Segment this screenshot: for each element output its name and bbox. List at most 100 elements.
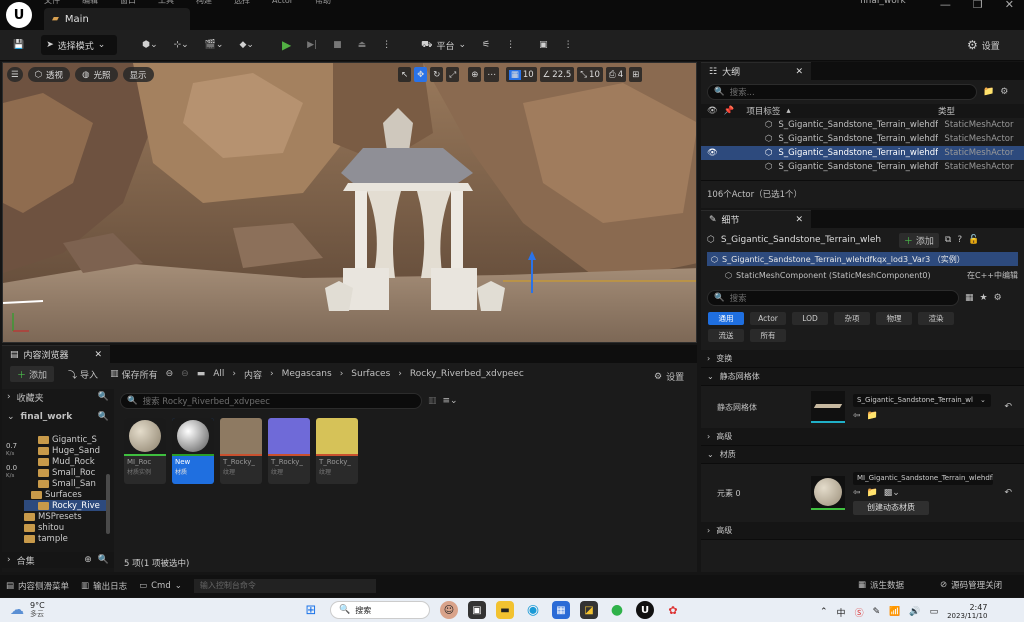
create-dynamic-material-button[interactable]: 创建动态材质 [853, 500, 929, 515]
copilot-avatar-icon[interactable]: ☺ [440, 601, 458, 619]
store-icon[interactable]: ▦ [552, 601, 570, 619]
outliner-row[interactable]: ⬡ S_Gigantic_Sandstone_Terrain_wlehdf Stat… [701, 160, 1024, 174]
app-icon[interactable]: ◪ [580, 601, 598, 619]
gear-icon[interactable]: ⚙ [994, 293, 1002, 303]
column-label-header[interactable]: 项目标签 [746, 105, 780, 117]
search-icon[interactable]: 🔍 [98, 412, 109, 422]
pen-icon[interactable]: ✎ [873, 607, 881, 617]
output-log-button[interactable]: ▥ 输出日志 [81, 580, 127, 592]
world-icon[interactable]: ⊕ [468, 67, 482, 82]
cmd-dropdown[interactable]: ▭ Cmd ⌄ [139, 581, 182, 591]
select-mode-dropdown[interactable]: ➤ 选择模式 ⌄ [41, 35, 118, 55]
category-button[interactable]: 物理 [876, 312, 912, 325]
folder-tree-item[interactable]: tample [24, 533, 106, 544]
search-icon[interactable]: 🔍 [98, 392, 109, 402]
content-browser-tab[interactable]: ▤ 内容浏览器 ✕ [2, 345, 110, 363]
folder-tree-item[interactable]: shitou [24, 522, 106, 533]
asset-tile[interactable]: New 材质 [172, 418, 214, 484]
more-options-icon[interactable]: ⋮ [501, 35, 520, 55]
content-drawer-button[interactable]: ▤ 内容侧滑菜单 [6, 580, 69, 592]
menu-item[interactable]: 选择 [234, 0, 250, 6]
select-mode-icon[interactable]: ↖ [398, 67, 412, 82]
content-settings-button[interactable]: ⚙ 设置 [654, 370, 684, 384]
console-input[interactable]: 输入控制台命令 [193, 579, 376, 593]
search-icon[interactable]: 🔍 [98, 555, 109, 565]
folder-tree-item[interactable]: Small_Roc [24, 467, 106, 478]
category-button[interactable]: Actor [750, 312, 786, 325]
add-collection-icon[interactable]: ⊕ [84, 555, 92, 565]
category-button[interactable]: 杂项 [834, 312, 870, 325]
surface-snap-icon[interactable]: ⋯ [484, 67, 499, 82]
close-icon[interactable]: ✕ [94, 350, 102, 360]
folder-tree-item[interactable]: Rocky_Rive [24, 500, 106, 511]
source-control-button[interactable]: ⊘ 源码管理关闭 [940, 579, 1002, 591]
task-view-icon[interactable]: ▣ [468, 601, 486, 619]
hamburger-menu-icon[interactable]: ☰ [7, 67, 23, 82]
import-button[interactable]: ⤵ 导入 [68, 368, 98, 381]
menu-item[interactable]: 构建 [196, 0, 212, 6]
outliner-tab[interactable]: ☷ 大纲 ✕ [701, 62, 811, 80]
step-icon[interactable]: ▶| [302, 35, 322, 55]
tab-main[interactable]: ▰ Main [44, 8, 190, 30]
section-advanced-1[interactable]: › 高级 [701, 428, 1024, 446]
reset-icon[interactable]: ↶ [1004, 402, 1012, 412]
eject-icon[interactable]: ⏏ [353, 35, 372, 55]
save-icon[interactable]: 💾 [8, 35, 29, 55]
camera-speed-button[interactable]: ⎙ 4 [605, 67, 627, 82]
section-transform[interactable]: › 变换 [701, 350, 1024, 368]
instance-row[interactable]: ⬡ S_Gigantic_Sandstone_Terrain_wlehdfkqx… [707, 252, 1018, 266]
category-button[interactable]: 渲染 [918, 312, 954, 325]
grid-snap-toggle[interactable]: ▦ 10 [505, 67, 537, 82]
category-button[interactable]: 流送 [708, 329, 744, 342]
filter-icon[interactable]: ≡⌄ [443, 396, 458, 406]
asset-tile[interactable]: T_Rocky_ 纹理 [316, 418, 358, 484]
star-icon[interactable]: ★ [980, 293, 988, 303]
help-icon[interactable]: ? [957, 235, 962, 245]
back-icon[interactable]: ⊖ [166, 369, 174, 379]
breadcrumb-item[interactable]: All [213, 369, 224, 379]
weather-widget[interactable]: ☁ 9°C 多云 [10, 601, 45, 619]
ime-indicator[interactable]: 中 [837, 606, 846, 619]
windows-start-icon[interactable]: ⊞ [302, 601, 320, 619]
folder-tree-item[interactable]: Huge_Sand [24, 445, 106, 456]
breadcrumb-item[interactable]: Rocky_Riverbed_xdvpeec [410, 369, 524, 379]
close-button[interactable]: ✕ [1005, 0, 1014, 11]
scale-icon[interactable]: ⤢ [446, 67, 460, 82]
menu-item[interactable]: 工具 [158, 0, 174, 6]
add-component-button[interactable]: ＋ 添加 [898, 232, 939, 248]
browse-icon[interactable]: 📁 [867, 411, 878, 421]
asset-tile[interactable]: MI_Roc 材质实例 [124, 418, 166, 484]
breadcrumb-separator-icon[interactable]: › [232, 369, 236, 379]
antivirus-icon[interactable]: Ⓢ [855, 606, 864, 619]
menu-item[interactable]: 编辑 [82, 0, 98, 6]
edge-browser-icon[interactable]: ◉ [524, 601, 542, 619]
outliner-row[interactable]: 👁 ⬡ S_Gigantic_Sandstone_Terrain_wlehdf Sta… [701, 146, 1024, 160]
category-button[interactable]: 所有 [750, 329, 786, 342]
folder-tree-item[interactable]: Mud_Rock [24, 456, 106, 467]
material-value-field[interactable]: MI_Gigantic_Sandstone_Terrain_wlehdfl [853, 471, 993, 485]
breadcrumb-separator-icon[interactable]: › [270, 369, 274, 379]
browse-icon[interactable]: 📁 [867, 488, 878, 498]
taskbar-search[interactable]: 🔍 搜索 [330, 601, 430, 619]
folder-tree-item[interactable]: Surfaces [24, 489, 106, 500]
breadcrumb-item[interactable]: Megascans [282, 369, 332, 379]
use-selected-icon[interactable]: ⇦ [853, 411, 861, 421]
material-thumbnail[interactable] [811, 476, 845, 510]
forward-icon[interactable]: ⊖ [181, 369, 189, 379]
rotate-icon[interactable]: ↻ [430, 67, 444, 82]
details-search-input[interactable]: 🔍 搜索 [707, 290, 959, 306]
add-actor-icon[interactable]: ⬢⌄ [137, 35, 162, 55]
unreal-engine-icon[interactable]: U [636, 601, 654, 619]
section-materials[interactable]: ⌄ 材质 [701, 446, 1024, 464]
volume-icon[interactable]: 🔊 [909, 607, 920, 617]
favorites-row[interactable]: › 收藏夹 🔍 [2, 389, 114, 405]
edit-cpp-link[interactable]: 在C++中编辑 [967, 270, 1018, 281]
collections-row[interactable]: › 合集 ⊕ 🔍 [2, 552, 114, 568]
lock-icon[interactable]: 🔓 [968, 235, 979, 245]
add-folder-icon[interactable]: 📁 [983, 87, 994, 97]
folder-tree-item[interactable]: Small_San [24, 478, 106, 489]
show-button[interactable]: 显示 [122, 67, 154, 82]
outliner-row[interactable]: ⬡ S_Gigantic_Sandstone_Terrain_wlehdf Stat… [701, 118, 1024, 132]
lit-button[interactable]: ◍ 光照 [75, 67, 118, 82]
section-advanced-2[interactable]: › 高级 [701, 522, 1024, 540]
